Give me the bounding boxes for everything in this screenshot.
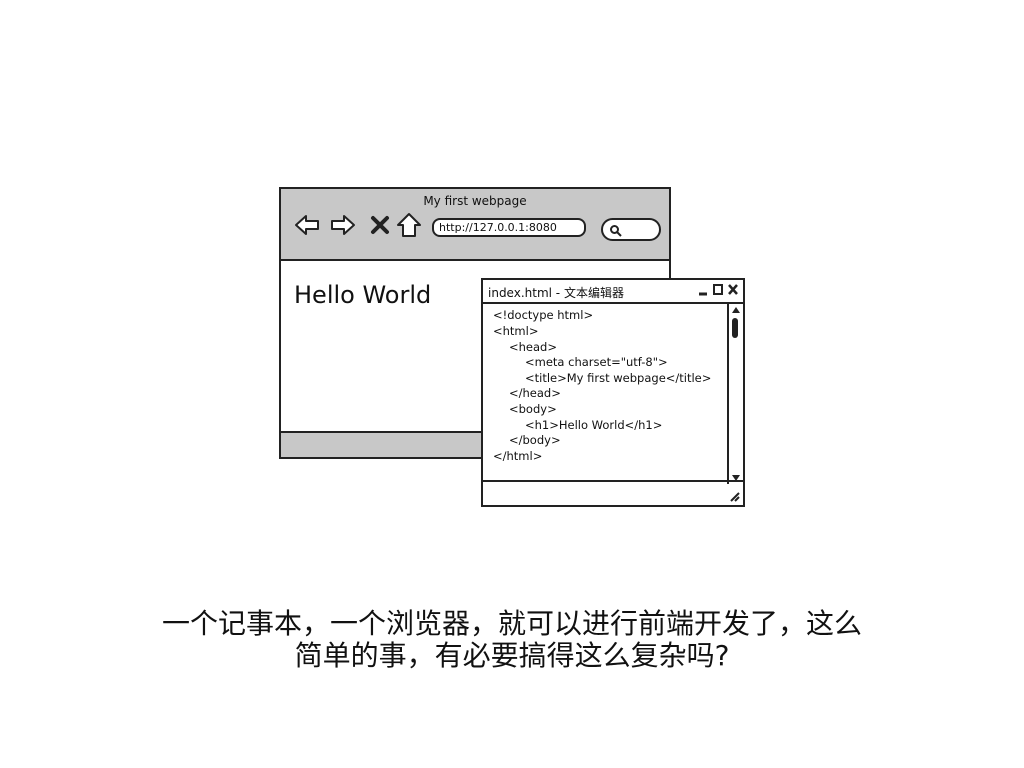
- resize-grip-icon[interactable]: [728, 490, 740, 502]
- code-line: <meta charset="utf-8">: [525, 355, 668, 369]
- caption-line-2: 简单的事，有必要搞得这么复杂吗?: [294, 639, 730, 672]
- maximize-icon[interactable]: [712, 283, 724, 297]
- editor-title: index.html - 文本编辑器: [488, 286, 624, 300]
- code-line: <!doctype html>: [493, 308, 594, 322]
- vertical-scrollbar[interactable]: [727, 304, 743, 484]
- text-editor-window: index.html - 文本编辑器 <!doctype html> <html…: [481, 278, 745, 507]
- editor-status-bar: [483, 480, 743, 505]
- code-editor[interactable]: <!doctype html> <html> <head> <meta char…: [483, 304, 728, 484]
- search-box[interactable]: [601, 218, 661, 241]
- code-line: <title>My first webpage</title>: [525, 371, 712, 385]
- back-icon[interactable]: [293, 211, 321, 239]
- scroll-thumb[interactable]: [732, 318, 738, 338]
- browser-title: My first webpage: [423, 194, 527, 208]
- forward-icon[interactable]: [329, 211, 357, 239]
- stop-icon[interactable]: [369, 211, 391, 239]
- caption-line-1: 一个记事本，一个浏览器，就可以进行前端开发了，这么: [161, 607, 862, 640]
- code-line: <body>: [509, 402, 557, 416]
- code-line: </body>: [509, 433, 561, 447]
- url-bar[interactable]: http://127.0.0.1:8080: [432, 218, 586, 237]
- close-icon[interactable]: [727, 283, 739, 297]
- code-line: <head>: [509, 340, 557, 354]
- code-line: </head>: [509, 386, 561, 400]
- minimize-icon[interactable]: [697, 283, 709, 297]
- code-line: <h1>Hello World</h1>: [525, 418, 663, 432]
- page-heading: Hello World: [294, 281, 432, 309]
- code-line: <html>: [493, 324, 539, 338]
- editor-titlebar: index.html - 文本编辑器: [483, 280, 743, 304]
- caption: 一个记事本，一个浏览器，就可以进行前端开发了，这么 简单的事，有必要搞得这么复杂…: [0, 608, 1024, 672]
- scroll-up-icon[interactable]: [731, 306, 741, 314]
- home-icon[interactable]: [395, 211, 423, 239]
- code-line: </html>: [493, 449, 543, 463]
- browser-toolbar: My first webpage http://127.0.0.1:8080: [281, 189, 669, 261]
- search-icon: [610, 225, 622, 237]
